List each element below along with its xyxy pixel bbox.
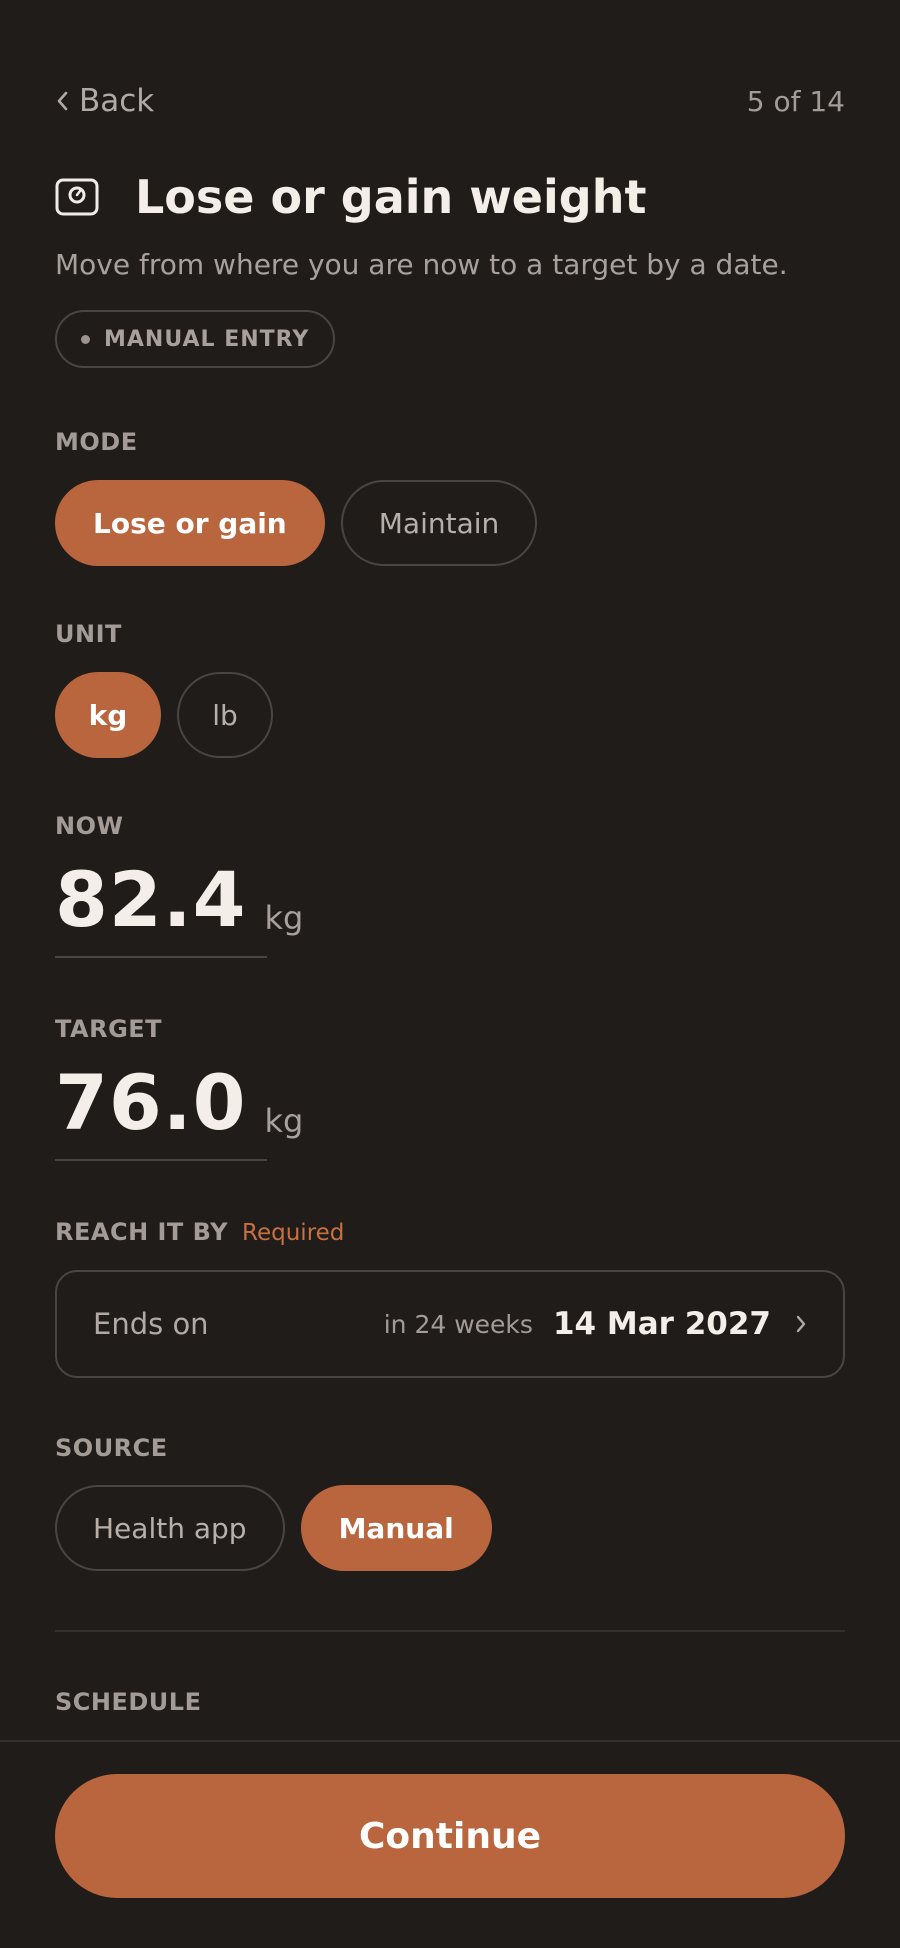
- target-weight-unit: kg: [264, 1102, 304, 1140]
- screen: Back 5 of 14 Lose or gain weight Move fr…: [0, 0, 900, 1948]
- continue-button[interactable]: Continue: [55, 1774, 845, 1898]
- footer-bar: Continue: [0, 1740, 900, 1948]
- section-divider: [55, 1630, 845, 1632]
- deadline-label-text: REACH IT BY: [55, 1218, 229, 1246]
- end-date-value: 14 Mar 2027: [552, 1306, 771, 1342]
- unit-option-kg[interactable]: kg: [55, 672, 161, 758]
- back-label: Back: [79, 83, 155, 119]
- page-subtitle: Move from where you are now to a target …: [55, 248, 788, 281]
- now-label: NOW: [55, 812, 124, 840]
- source-selector: Health app Manual: [55, 1485, 492, 1571]
- unit-selector: kg lb: [55, 672, 273, 758]
- top-bar: Back 5 of 14: [55, 78, 845, 124]
- step-indicator: 5 of 14: [746, 84, 845, 118]
- target-label: TARGET: [55, 1015, 163, 1043]
- now-weight-value: 82.4: [55, 855, 247, 944]
- entry-type-badge: MANUAL ENTRY: [55, 310, 336, 368]
- target-weight-value: 76.0: [55, 1058, 247, 1147]
- end-date-label: Ends on: [93, 1307, 209, 1341]
- goal-header: Lose or gain weight: [55, 170, 646, 224]
- chevron-left-icon: [55, 90, 69, 112]
- now-weight-unit: kg: [264, 899, 304, 937]
- mode-option-maintain[interactable]: Maintain: [340, 480, 538, 566]
- page-title: Lose or gain weight: [135, 170, 647, 224]
- target-weight-input[interactable]: 76.0 kg: [55, 1045, 303, 1161]
- mode-label: MODE: [55, 428, 138, 456]
- unit-option-lb[interactable]: lb: [177, 672, 273, 758]
- end-date-picker[interactable]: Ends on in 24 weeks 14 Mar 2027: [55, 1270, 845, 1378]
- chevron-right-icon: [795, 1314, 807, 1334]
- schedule-label: SCHEDULE: [55, 1688, 202, 1716]
- end-date-relative: in 24 weeks: [383, 1309, 533, 1339]
- required-tag: Required: [242, 1220, 345, 1246]
- now-weight-input[interactable]: 82.4 kg: [55, 842, 303, 958]
- badge-dot-icon: [81, 334, 90, 344]
- unit-label: UNIT: [55, 620, 122, 648]
- source-option-health-app[interactable]: Health app: [55, 1485, 285, 1571]
- mode-option-lose-or-gain[interactable]: Lose or gain: [55, 480, 325, 566]
- badge-label: MANUAL ENTRY: [104, 326, 310, 352]
- source-option-manual[interactable]: Manual: [300, 1485, 492, 1571]
- deadline-label: REACH IT BY Required: [55, 1218, 344, 1246]
- source-label: SOURCE: [55, 1434, 168, 1462]
- back-button[interactable]: Back: [55, 83, 154, 119]
- mode-selector: Lose or gain Maintain: [55, 480, 538, 566]
- scale-icon: [55, 178, 99, 216]
